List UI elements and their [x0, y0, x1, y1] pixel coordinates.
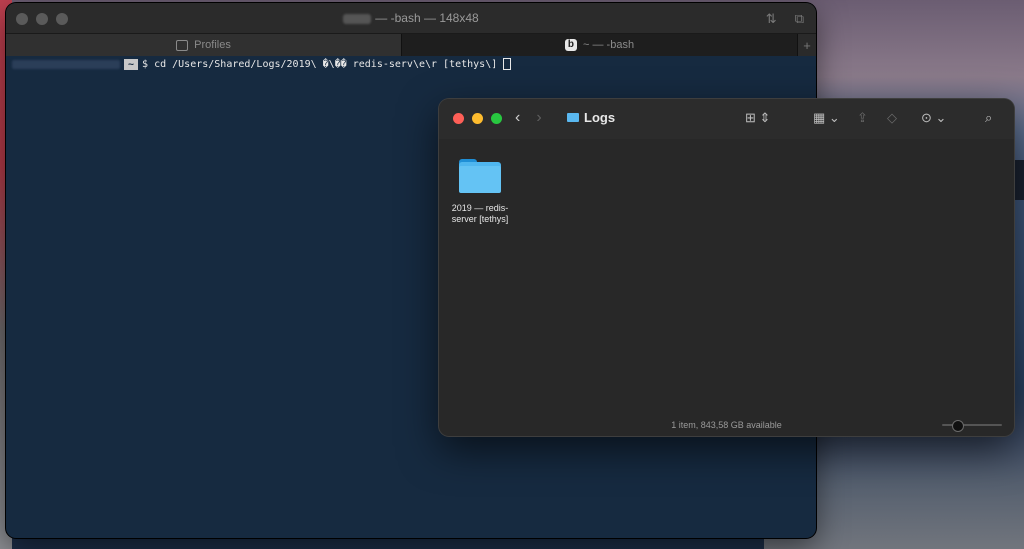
status-bar: 1 item, 843,58 GB available [439, 414, 1014, 436]
terminal-content[interactable]: ~ $ cd /Users/Shared/Logs/2019\ �\�� red… [6, 56, 816, 72]
more-actions-icon[interactable]: ⊙ ⌄ [921, 110, 946, 126]
terminal-tab-bar: Profiles b ~ — -bash + [6, 33, 816, 56]
search-icon[interactable]: ⌕ [985, 110, 992, 126]
icon-view-icon[interactable]: ⊞ ⇕ [745, 110, 770, 126]
zoom-button[interactable] [491, 113, 502, 124]
icon-size-slider[interactable] [942, 420, 1002, 432]
tab-profiles[interactable]: Profiles [6, 34, 402, 56]
redacted-username [343, 13, 372, 24]
tab-badge: b [564, 39, 578, 51]
prompt-directory: ~ [124, 58, 139, 70]
window-title: — -bash — 148x48 [6, 11, 816, 25]
finder-title: Logs [567, 110, 615, 125]
folder-item-label: 2019 — redis- server [tethys] [451, 203, 509, 224]
finder-window[interactable]: ‹ › Logs ⊞ ⇕ ▦ ⌄ ⇪ ◇ ⊙ ⌄ ⌕ 2019 — redis-… [439, 99, 1014, 436]
new-tab-button[interactable]: + [798, 34, 816, 56]
tag-icon[interactable]: ◇ [887, 110, 897, 126]
sort-arrows-icon[interactable]: ⇅ [766, 11, 777, 27]
group-by-icon[interactable]: ▦ ⌄ [813, 110, 840, 126]
folder-icon [459, 159, 501, 193]
folder-title: Logs [584, 110, 616, 125]
slider-knob[interactable] [952, 420, 964, 432]
titlebar-tools: ⇅ ⧉ [766, 11, 804, 27]
finder-toolbar: ‹ › Logs ⊞ ⇕ ▦ ⌄ ⇪ ◇ ⊙ ⌄ ⌕ [439, 99, 1014, 139]
folder-icon [567, 113, 579, 122]
folder-item[interactable]: 2019 — redis- server [tethys] [447, 159, 513, 225]
prompt-line: ~ $ cd /Users/Shared/Logs/2019\ �\�� red… [12, 58, 810, 70]
command-text: $ cd /Users/Shared/Logs/2019\ �\�� redis… [142, 58, 498, 70]
navigation-buttons: ‹ › [515, 109, 542, 127]
slider-track [942, 424, 1002, 426]
tab-bash[interactable]: b ~ — -bash [402, 34, 798, 56]
tab-label: Profiles [194, 39, 231, 51]
profiles-icon [176, 39, 189, 51]
share-icon[interactable]: ⇪ [857, 110, 868, 126]
minimize-button[interactable] [472, 113, 483, 124]
redacted-hostname [12, 59, 120, 69]
close-button[interactable] [453, 113, 464, 124]
tab-label: ~ — -bash [583, 39, 635, 51]
terminal-titlebar[interactable]: — -bash — 148x48 ⇅ ⧉ [6, 3, 816, 33]
text-cursor [503, 58, 512, 70]
back-arrow-icon[interactable]: ‹ [515, 109, 520, 127]
window-controls[interactable] [453, 113, 502, 124]
forward-arrow-icon[interactable]: › [536, 109, 541, 127]
new-window-icon[interactable]: ⧉ [795, 11, 804, 27]
status-text: 1 item, 843,58 GB available [671, 420, 782, 430]
